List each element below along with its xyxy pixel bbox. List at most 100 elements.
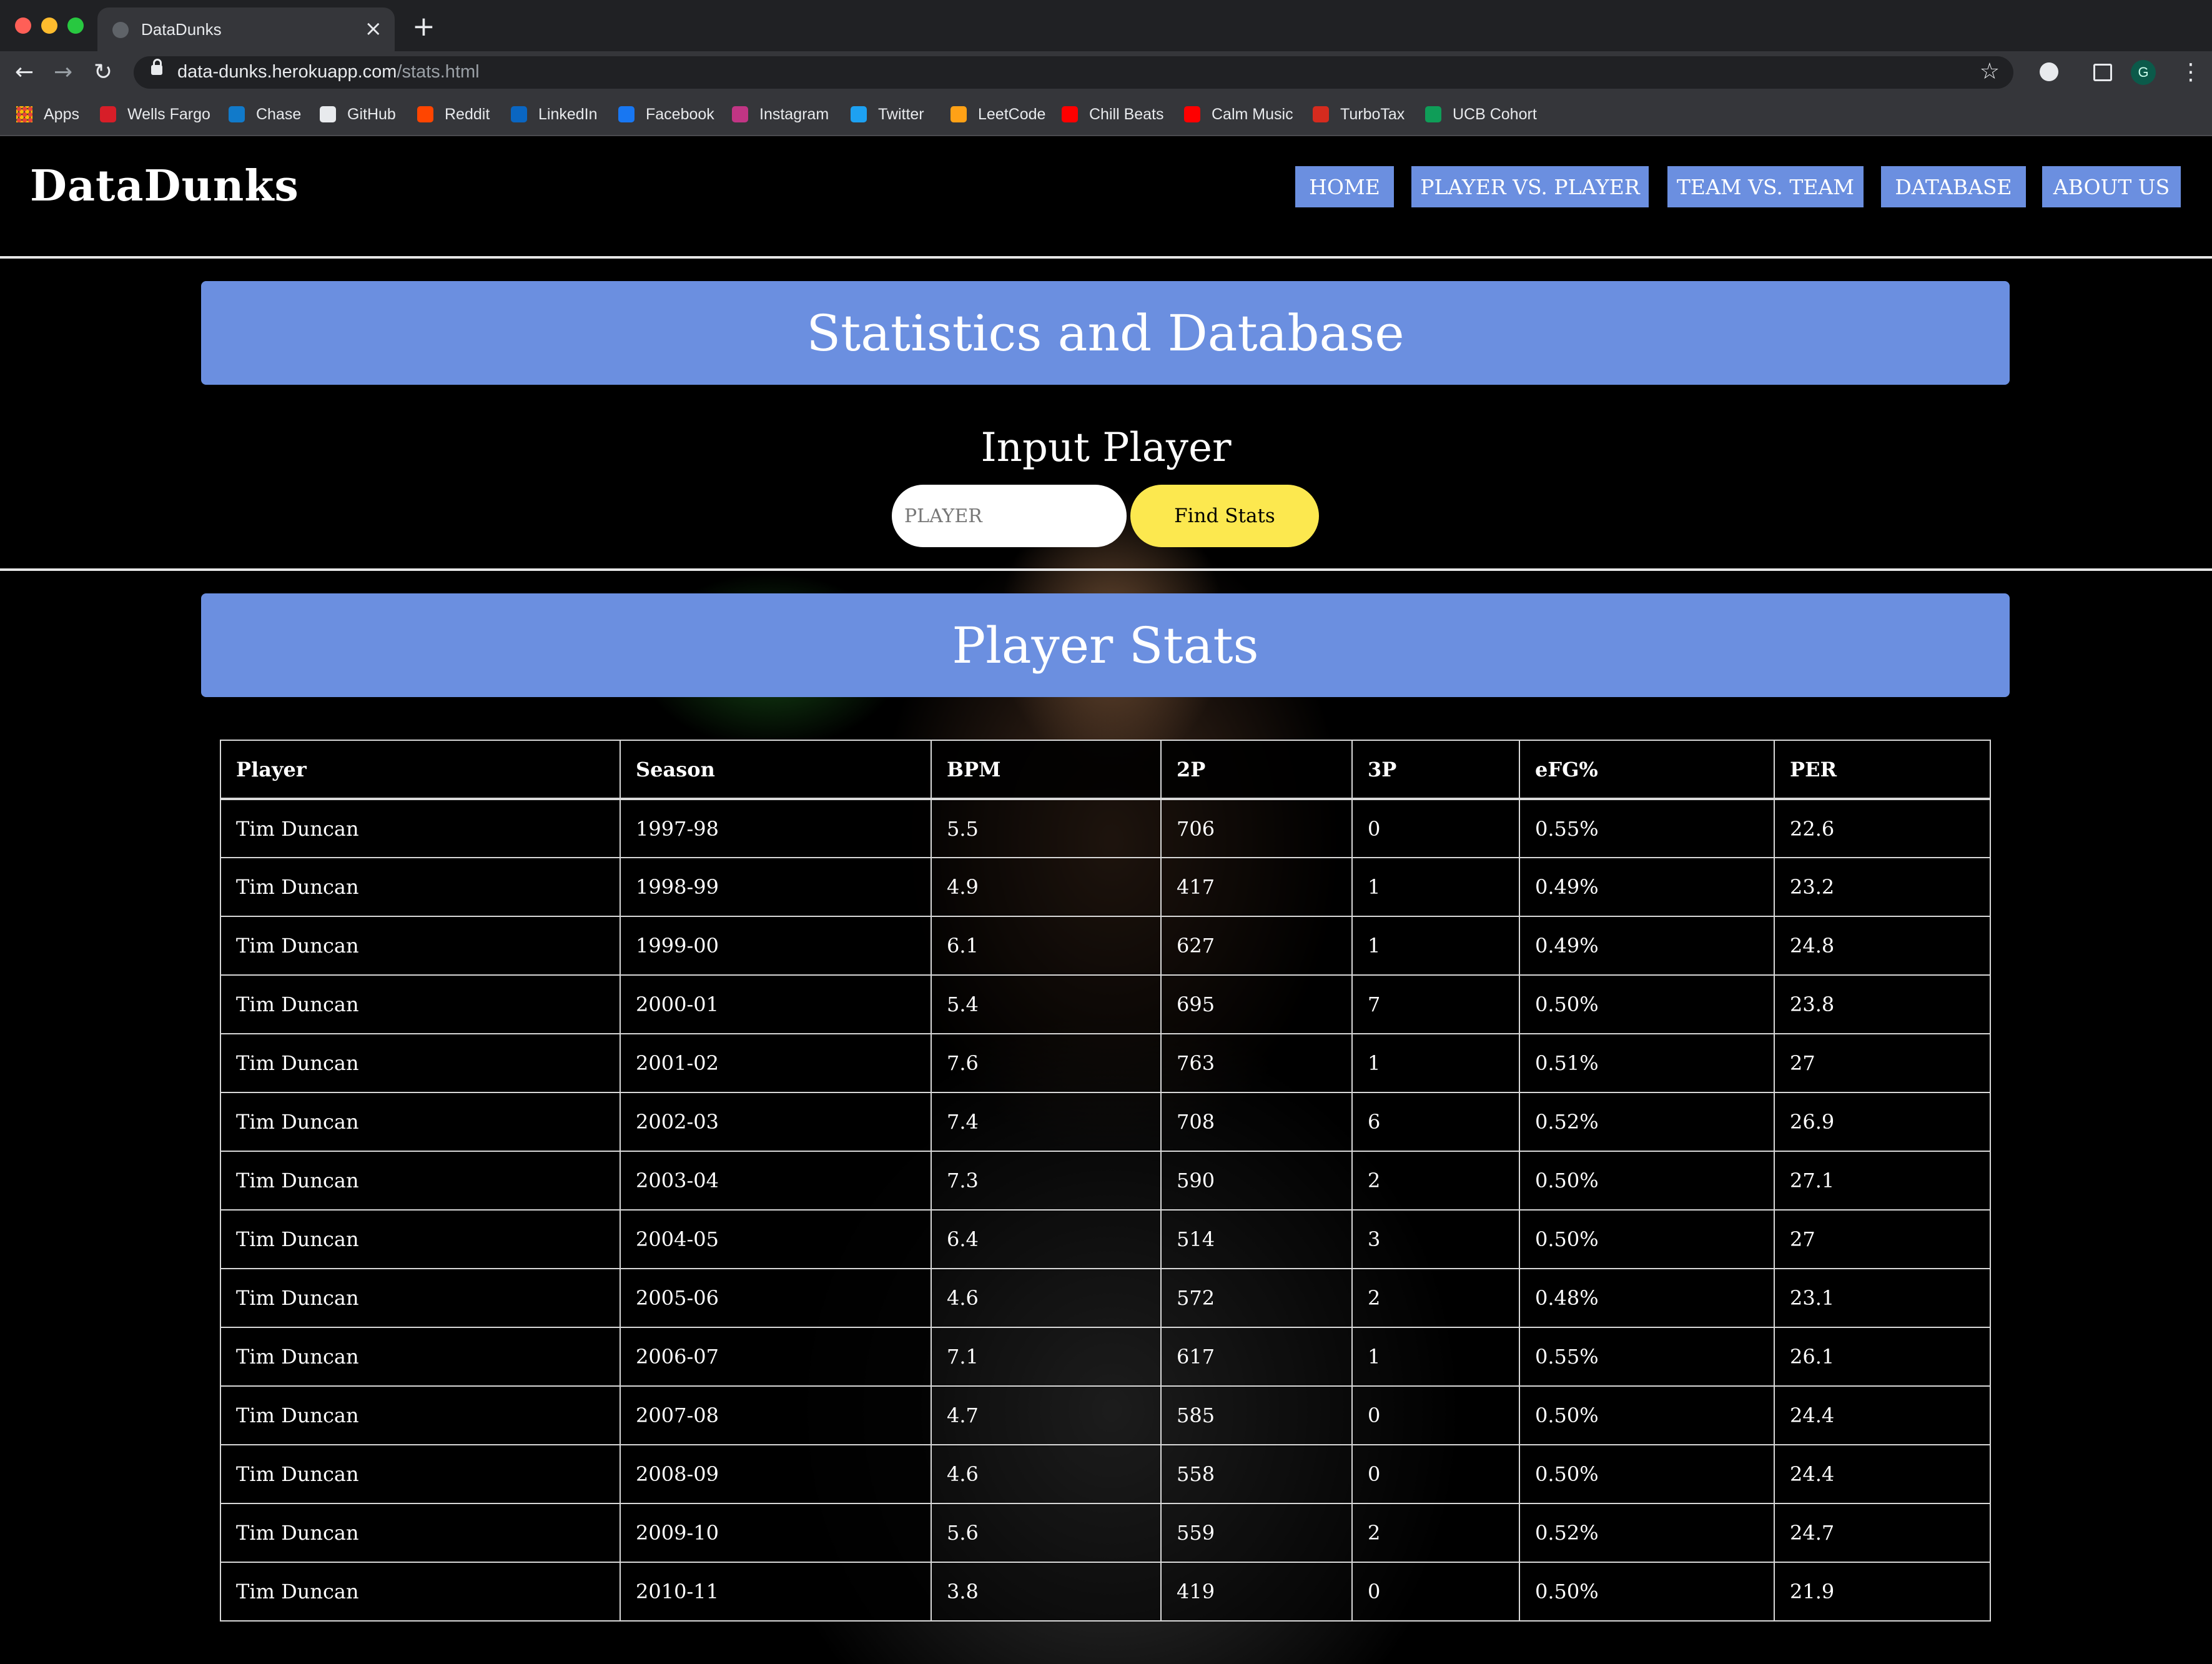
back-arrow-icon[interactable]: ← — [15, 59, 34, 86]
bookmark-chill-beats[interactable]: Chill Beats — [1062, 102, 1164, 126]
bookmark-apps[interactable]: Apps — [16, 102, 79, 126]
bookmark-chase[interactable]: Chase — [229, 102, 301, 126]
table-cell: 7.1 — [931, 1327, 1162, 1387]
table-cell: 27.1 — [1774, 1151, 1991, 1211]
table-cell: 4.9 — [931, 857, 1162, 917]
profile-avatar[interactable]: G — [2131, 60, 2156, 85]
table-cell: 5.6 — [931, 1503, 1162, 1563]
bookmark-wells-fargo[interactable]: Wells Fargo — [100, 102, 210, 126]
bookmark-ucb-cohort[interactable]: UCB Cohort — [1425, 102, 1537, 126]
leetcode-icon — [950, 106, 967, 122]
table-cell: 1 — [1351, 1033, 1520, 1093]
maximize-window-button[interactable] — [67, 17, 84, 34]
column-header: 2P — [1160, 740, 1353, 800]
table-cell: 2007-08 — [620, 1385, 932, 1445]
table-cell: Tim Duncan — [220, 1444, 621, 1504]
table-cell: 0.55% — [1519, 1327, 1775, 1387]
player-stats-banner: Player Stats — [201, 593, 2010, 697]
globe-icon — [112, 22, 129, 38]
table-cell: Tim Duncan — [220, 857, 621, 917]
table-row: Tim Duncan 2003-04 7.3 590 2 0.50% 27.1 — [220, 1151, 1991, 1211]
input-player-heading: Input Player — [980, 425, 1232, 471]
bookmark-calm-music[interactable]: Calm Music — [1184, 102, 1293, 126]
new-tab-icon[interactable]: + — [412, 11, 435, 42]
table-cell: 559 — [1160, 1503, 1353, 1563]
nav-player-vs-player[interactable]: PLAYER VS. PLAYER — [1411, 166, 1649, 207]
forward-arrow-icon[interactable]: → — [54, 59, 72, 86]
extension-icon[interactable] — [2040, 62, 2058, 81]
divider — [0, 568, 2212, 571]
bookmarks-bar: Apps Wells Fargo Chase GitHub Reddit LinkedIn… — [0, 94, 2212, 136]
table-cell: 4.6 — [931, 1444, 1162, 1504]
table-cell: 2 — [1351, 1151, 1520, 1211]
table-row: Tim Duncan 2007-08 4.7 585 0 0.50% 24.4 — [220, 1385, 1991, 1445]
table-cell: Tim Duncan — [220, 1268, 621, 1328]
table-row: Tim Duncan 2002-03 7.4 708 6 0.52% 26.9 — [220, 1092, 1991, 1152]
table-cell: 26.1 — [1774, 1327, 1991, 1387]
table-cell: 2006-07 — [620, 1327, 932, 1387]
find-stats-button[interactable]: Find Stats — [1130, 485, 1319, 547]
table-row: Tim Duncan 2005-06 4.6 572 2 0.48% 23.1 — [220, 1268, 1991, 1328]
table-cell: 2010-11 — [620, 1562, 932, 1622]
bookmark-label: UCB Cohort — [1453, 105, 1537, 123]
reddit-icon — [417, 106, 433, 122]
column-header: 3P — [1351, 740, 1520, 800]
table-cell: 2 — [1351, 1268, 1520, 1328]
table-cell: 1 — [1351, 1327, 1520, 1387]
reload-icon[interactable]: ↻ — [94, 59, 112, 86]
table-row: Tim Duncan 2008-09 4.6 558 0 0.50% 24.4 — [220, 1444, 1991, 1504]
table-cell: Tim Duncan — [220, 1562, 621, 1622]
bookmark-instagram[interactable]: Instagram — [732, 102, 829, 126]
bookmark-linkedin[interactable]: LinkedIn — [511, 102, 598, 126]
bookmark-label: LinkedIn — [538, 105, 598, 123]
table-cell: 0.49% — [1519, 916, 1775, 976]
table-cell: 27 — [1774, 1033, 1991, 1093]
table-cell: 6.1 — [931, 916, 1162, 976]
table-cell: 7.3 — [931, 1151, 1162, 1211]
player-search-input[interactable] — [892, 485, 1127, 547]
table-cell: 0 — [1351, 1385, 1520, 1445]
close-tab-icon[interactable]: × — [365, 16, 383, 41]
table-cell: 708 — [1160, 1092, 1353, 1152]
table-cell: 0.50% — [1519, 1151, 1775, 1211]
column-header: Season — [620, 740, 932, 800]
table-cell: 0.51% — [1519, 1033, 1775, 1093]
bookmark-reddit[interactable]: Reddit — [417, 102, 490, 126]
table-cell: 2009-10 — [620, 1503, 932, 1563]
nav-database[interactable]: DATABASE — [1881, 166, 2026, 207]
wells-fargo-icon — [100, 106, 116, 122]
table-cell: 6 — [1351, 1092, 1520, 1152]
browser-tab-strip: DataDunks × + — [0, 0, 2212, 51]
web-page: DataDunks HOME PLAYER VS. PLAYER TEAM VS… — [0, 136, 2212, 1664]
close-window-button[interactable] — [15, 17, 31, 34]
table-cell: Tim Duncan — [220, 1503, 621, 1563]
bookmark-github[interactable]: GitHub — [320, 102, 396, 126]
bookmark-twitter[interactable]: Twitter — [851, 102, 924, 126]
browser-menu-icon[interactable]: ⋮ — [2180, 59, 2202, 86]
minimize-window-button[interactable] — [41, 17, 57, 34]
nav-home[interactable]: HOME — [1295, 166, 1394, 207]
bookmark-leetcode[interactable]: LeetCode — [950, 102, 1045, 126]
table-cell: 585 — [1160, 1385, 1353, 1445]
column-header: eFG% — [1519, 740, 1775, 800]
url-text: data-dunks.herokuapp.com/stats.html — [177, 62, 480, 82]
browser-tab[interactable]: DataDunks × — [97, 7, 395, 51]
nav-team-vs-team[interactable]: TEAM VS. TEAM — [1667, 166, 1864, 207]
table-cell: 627 — [1160, 916, 1353, 976]
table-row: Tim Duncan 2009-10 5.6 559 2 0.52% 24.7 — [220, 1503, 1991, 1563]
bookmark-turbotax[interactable]: TurboTax — [1313, 102, 1405, 126]
table-cell: 2005-06 — [620, 1268, 932, 1328]
youtube-icon — [1184, 106, 1200, 122]
bookmark-facebook[interactable]: Facebook — [618, 102, 714, 126]
address-bar[interactable]: data-dunks.herokuapp.com/stats.html ☆ — [134, 56, 2013, 89]
table-row: Tim Duncan 1997-98 5.5 706 0 0.55% 22.6 — [220, 798, 1991, 858]
table-cell: 4.7 — [931, 1385, 1162, 1445]
bookmark-star-icon[interactable]: ☆ — [1980, 59, 2000, 84]
bookmark-label: Calm Music — [1212, 105, 1293, 123]
table-cell: 23.1 — [1774, 1268, 1991, 1328]
media-control-icon[interactable] — [2093, 64, 2112, 81]
divider — [0, 256, 2212, 259]
site-logo[interactable]: DataDunks — [30, 161, 299, 211]
nav-about-us[interactable]: ABOUT US — [2042, 166, 2181, 207]
bookmark-label: Apps — [44, 105, 79, 123]
